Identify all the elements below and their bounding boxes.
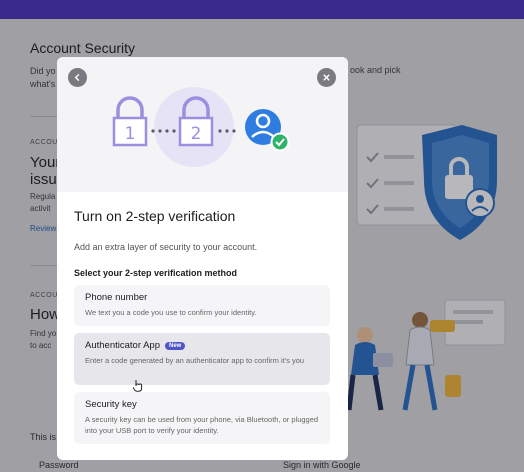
- hero-illustration: 1 2: [112, 96, 290, 152]
- option-title-row: Authenticator App New: [85, 340, 319, 351]
- user-verified-icon: [245, 109, 290, 152]
- top-bar: [0, 0, 524, 19]
- option-phone-number[interactable]: Phone number We text you a code you use …: [74, 285, 330, 326]
- chevron-left-icon: [74, 73, 80, 82]
- option-security-key[interactable]: Security key A security key can be used …: [74, 392, 330, 444]
- lock-step-1-icon: 1: [112, 96, 148, 147]
- method-section-label: Select your 2-step verification method: [74, 268, 238, 278]
- option-description: A security key can be used from your pho…: [85, 415, 319, 435]
- hand-cursor-icon: [133, 380, 143, 392]
- option-description: Enter a code generated by an authenticat…: [85, 356, 305, 365]
- option-title: Security key: [85, 399, 137, 410]
- two-step-modal: 1 2 Turn on 2-step verification Add an e…: [57, 57, 348, 460]
- close-button[interactable]: [317, 68, 336, 87]
- back-button[interactable]: [68, 68, 87, 87]
- step-1-number: 1: [125, 124, 136, 144]
- option-authenticator-app[interactable]: Authenticator App New Enter a code gener…: [74, 333, 330, 385]
- option-title: Authenticator App: [85, 340, 160, 351]
- option-description: We text you a code you use to confirm yo…: [85, 308, 257, 317]
- option-title: Phone number: [85, 292, 148, 303]
- modal-hero: 1 2: [57, 57, 348, 192]
- modal-subtitle: Add an extra layer of security to your a…: [74, 242, 258, 252]
- lock-step-2-icon: 2: [178, 96, 214, 147]
- new-badge: New: [165, 341, 186, 350]
- close-icon: [323, 74, 330, 81]
- step-2-number: 2: [191, 124, 202, 144]
- modal-title: Turn on 2-step verification: [74, 208, 236, 224]
